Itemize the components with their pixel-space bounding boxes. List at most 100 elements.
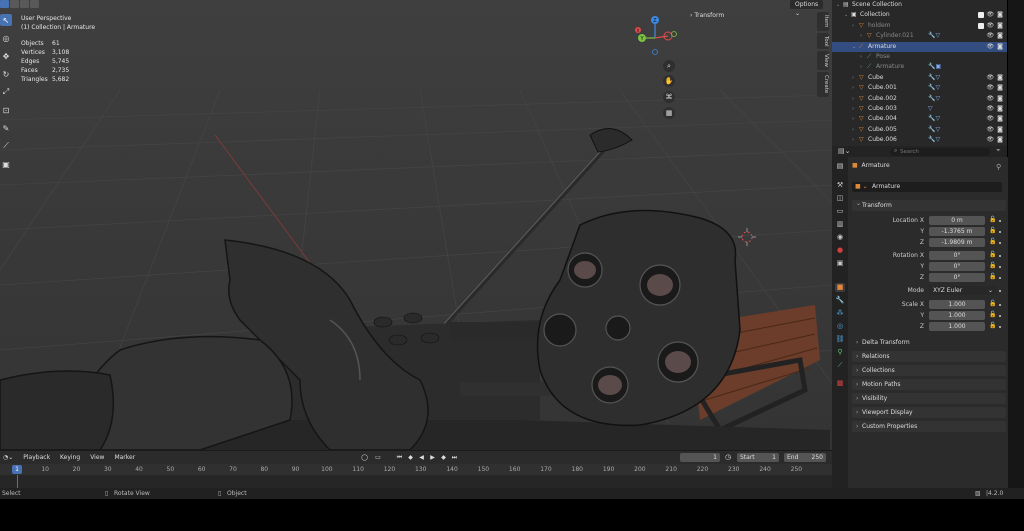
modifier-icons[interactable]: 🔧▽ xyxy=(928,94,940,104)
outliner-row[interactable]: › ▽ Cube.003 ▽ 👁 ◙ xyxy=(832,104,1007,114)
render-camera-icon[interactable]: ◙ xyxy=(997,94,1003,104)
filter-icon[interactable]: ▤⌄ xyxy=(838,147,850,155)
outliner-row[interactable]: ⌄ ▤ Scene Collection xyxy=(832,0,1007,10)
section-viewport-display[interactable]: Viewport Display xyxy=(852,407,1006,418)
render-camera-icon[interactable]: ◙ xyxy=(997,104,1003,114)
tab-item[interactable]: Item xyxy=(817,12,829,31)
data-tab-icon[interactable]: ⚲ xyxy=(835,348,845,357)
tab-view[interactable]: View xyxy=(817,51,829,71)
expand-toggle-icon[interactable]: › xyxy=(852,21,854,31)
annotate-tool-icon[interactable]: ✎ xyxy=(0,122,12,134)
playhead-line[interactable] xyxy=(17,475,18,489)
outliner-row[interactable]: › ▽ Cube 🔧▽ 👁 ◙ xyxy=(832,73,1007,83)
play-reverse-icon[interactable]: ◀ xyxy=(417,453,426,462)
scale-y-field[interactable]: 1.000 xyxy=(929,311,985,320)
visibility-eye-icon[interactable]: 👁 xyxy=(987,135,995,145)
section-relations[interactable]: Relations xyxy=(852,351,1006,362)
visibility-eye-icon[interactable]: 👁 xyxy=(987,31,995,41)
keyframe-dot[interactable] xyxy=(999,231,1001,233)
modifier-icons[interactable]: 🔧▣ xyxy=(928,62,941,72)
visibility-eye-icon[interactable]: 👁 xyxy=(987,42,995,52)
keyframe-mode-icon[interactable]: ▭ xyxy=(371,453,385,462)
select-box-mode-button[interactable] xyxy=(0,0,9,8)
play-icon[interactable]: ▶ xyxy=(428,453,437,462)
jump-start-icon[interactable]: ⏮ xyxy=(395,453,404,462)
render-camera-icon[interactable]: ◙ xyxy=(997,135,1003,145)
lock-icon[interactable]: 🔓 xyxy=(989,311,996,318)
keyframe-dot[interactable] xyxy=(999,220,1001,222)
render-camera-icon[interactable]: ◙ xyxy=(997,73,1003,83)
select-subtract-button[interactable] xyxy=(20,0,29,8)
tool-tab-icon[interactable]: ⚒ xyxy=(835,181,845,190)
expand-toggle-icon[interactable]: ⌄ xyxy=(836,0,840,10)
modifier-icons[interactable]: 🔧▽ xyxy=(928,125,940,135)
rotation-z-field[interactable]: 0° xyxy=(929,273,985,282)
visibility-eye-icon[interactable]: 👁 xyxy=(987,83,995,93)
render-camera-icon[interactable]: ◙ xyxy=(997,10,1003,20)
render-camera-icon[interactable]: ◙ xyxy=(997,83,1003,93)
keyframe-dot[interactable] xyxy=(999,277,1001,279)
gizmo-neg-z[interactable] xyxy=(652,49,658,55)
expand-toggle-icon[interactable]: › xyxy=(852,125,854,135)
view-layer-tab-icon[interactable]: ▥ xyxy=(835,220,845,229)
lock-icon[interactable]: 🔓 xyxy=(989,216,996,223)
menu-keying[interactable]: Keying xyxy=(60,454,80,461)
start-frame-field[interactable]: Start 1 xyxy=(737,453,779,462)
select-tool-icon[interactable]: ↖ xyxy=(0,14,12,26)
add-cube-tool-icon[interactable]: ▣ xyxy=(0,158,12,170)
current-frame-indicator[interactable]: 1 xyxy=(12,465,22,474)
keyframe-dot[interactable] xyxy=(999,326,1001,328)
tab-create[interactable]: Create xyxy=(817,72,829,97)
3d-cursor[interactable] xyxy=(738,228,756,246)
lock-icon[interactable]: 🔓 xyxy=(989,238,996,245)
expand-toggle-icon[interactable]: › xyxy=(852,135,854,145)
visibility-eye-icon[interactable]: 👁 xyxy=(987,114,995,124)
object-tab-icon[interactable]: ■ xyxy=(835,283,845,292)
rotation-x-field[interactable]: 0° xyxy=(929,251,985,260)
expand-toggle-icon[interactable]: › xyxy=(852,94,854,104)
next-keyframe-icon[interactable]: ◆ xyxy=(439,453,448,462)
lock-icon[interactable]: 🔓 xyxy=(989,262,996,269)
outliner-row[interactable]: ⌄ ⟋ Armature 👁 ◙ xyxy=(832,41,1007,52)
keyframe-dot[interactable] xyxy=(999,290,1001,292)
render-camera-icon[interactable]: ◙ xyxy=(997,31,1003,41)
camera-view-icon[interactable]: ⌘ xyxy=(663,91,675,103)
rotate-tool-icon[interactable]: ↻ xyxy=(0,68,12,80)
outliner-row[interactable]: › ▽ Cylinder.021 🔧▽ 👁 ◙ xyxy=(832,31,1007,41)
expand-toggle-icon[interactable]: ⌄ xyxy=(852,42,856,52)
render-camera-icon[interactable]: ◙ xyxy=(997,114,1003,124)
exclude-checkbox[interactable] xyxy=(977,12,984,19)
3d-viewport[interactable]: ↖ ◎ ✥ ↻ ⤢ ⊡ ✎ ⟋ ▣ User Perspective (1) C… xyxy=(0,0,832,450)
section-collections[interactable]: Collections xyxy=(852,365,1006,376)
render-tab-icon[interactable]: ◫ xyxy=(835,194,845,203)
pan-hand-icon[interactable]: ✋ xyxy=(663,75,675,87)
section-delta-transform[interactable]: Delta Transform xyxy=(852,337,1006,348)
expand-toggle-icon[interactable]: › xyxy=(860,62,862,72)
options-dropdown[interactable]: Options ⌄ xyxy=(790,0,823,17)
expand-toggle-icon[interactable]: › xyxy=(852,83,854,93)
section-visibility[interactable]: Visibility xyxy=(852,393,1006,404)
timeline-editor-type-icon[interactable]: ◔⌄ xyxy=(3,454,13,461)
world-tab-icon[interactable]: ● xyxy=(835,246,845,255)
render-camera-icon[interactable]: ◙ xyxy=(997,125,1003,135)
rotation-y-field[interactable]: 0° xyxy=(929,262,985,271)
menu-marker[interactable]: Marker xyxy=(114,454,135,461)
visibility-eye-icon[interactable]: 👁 xyxy=(987,21,995,31)
prev-keyframe-icon[interactable]: ◆ xyxy=(406,453,415,462)
move-tool-icon[interactable]: ✥ xyxy=(0,50,12,62)
transform-tool-icon[interactable]: ⊡ xyxy=(0,104,12,116)
modifier-tab-icon[interactable]: 🔧 xyxy=(835,296,845,305)
expand-toggle-icon[interactable]: › xyxy=(852,114,854,124)
section-motion-paths[interactable]: Motion Paths xyxy=(852,379,1006,390)
outliner-row[interactable]: › ▽ Cube.005 🔧▽ 👁 ◙ xyxy=(832,125,1007,135)
location-y-field[interactable]: -1.3765 m xyxy=(929,227,985,236)
end-frame-field[interactable]: End 250 xyxy=(784,453,826,462)
scale-tool-icon[interactable]: ⤢ xyxy=(0,86,12,98)
keyframe-dot[interactable] xyxy=(999,266,1001,268)
keyframe-dot[interactable] xyxy=(999,255,1001,257)
keyframe-track[interactable] xyxy=(0,475,832,489)
expand-toggle-icon[interactable]: ⌄ xyxy=(844,10,848,20)
perspective-grid-icon[interactable]: ▦ xyxy=(663,107,675,119)
output-tab-icon[interactable]: ▭ xyxy=(835,207,845,216)
visibility-eye-icon[interactable]: 👁 xyxy=(987,94,995,104)
